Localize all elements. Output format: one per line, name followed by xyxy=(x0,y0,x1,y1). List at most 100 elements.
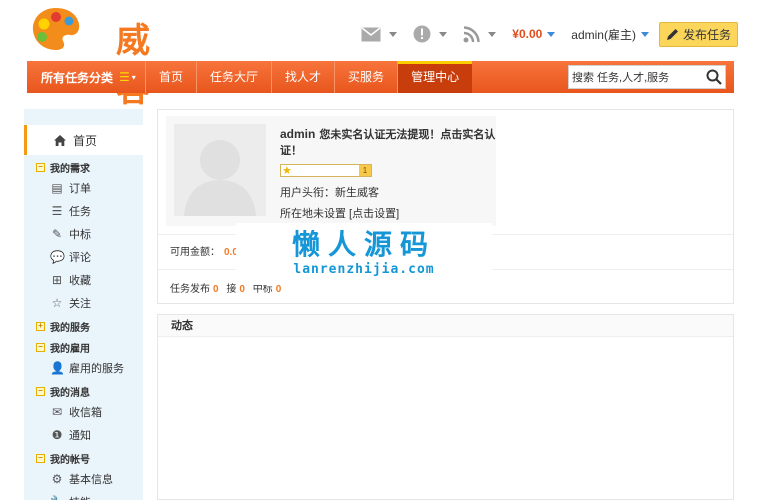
header: 威客 ¥0.00 admin(雇主) 发布任务 xyxy=(0,0,760,60)
star-icon: ★ xyxy=(282,164,292,177)
sidebar-group-my-account[interactable]: −我的帐号 xyxy=(24,449,143,467)
group-label: 我的帐号 xyxy=(50,451,90,466)
sidebar-item-label: 中标 xyxy=(69,226,91,242)
wrench-icon: 🔧 xyxy=(50,495,64,500)
sidebar-item-notifications[interactable]: ❶ 通知 xyxy=(24,423,143,446)
default-avatar-icon xyxy=(174,124,266,216)
stat-value[interactable]: 0 xyxy=(239,284,245,295)
nav-item-home[interactable]: 首页 xyxy=(145,61,196,93)
sidebar-item-inbox[interactable]: ✉ 收信箱 xyxy=(24,400,143,423)
search-box xyxy=(568,65,726,89)
balance-menu[interactable]: ¥0.00 xyxy=(512,27,555,41)
stat-label: 任务发布 xyxy=(170,284,210,295)
username-label: admin(雇主) xyxy=(571,26,636,43)
group-label: 我的服务 xyxy=(50,319,90,334)
list-icon: ☰ xyxy=(50,204,64,218)
watermark: 懒人源码 lanrenzhijia.com xyxy=(236,223,492,285)
sidebar-item-skills[interactable]: 🔧技能 xyxy=(24,490,143,500)
activity-header: 动态 xyxy=(158,315,733,337)
sidebar-group-my-hire[interactable]: −我的雇用 xyxy=(24,338,143,356)
info-icon: ❶ xyxy=(50,428,64,442)
all-categories-button[interactable]: 所有任务分类 ☰ ▾ xyxy=(27,61,145,93)
watermark-title: 懒人源码 xyxy=(236,228,492,262)
user-icon: 👤 xyxy=(50,361,64,375)
location-setting-link[interactable]: 所在地未设置 [点击设置] xyxy=(280,205,496,221)
sidebar-group-my-needs[interactable]: −我的需求 xyxy=(24,158,143,176)
sidebar-item-bids[interactable]: ✎中标 xyxy=(24,222,143,245)
sidebar: 首页 −我的需求 ▤ 订单 ☰ 任务 ✎中标 💬 评论 ⊞ 收藏 ☆ 关注 + 我的服务 −… xyxy=(24,109,143,500)
comment-icon: 💬 xyxy=(50,250,64,264)
sidebar-item-following[interactable]: ☆ 关注 xyxy=(24,291,143,314)
sidebar-item-orders[interactable]: ▤ 订单 xyxy=(24,176,143,199)
alert-menu[interactable] xyxy=(413,25,447,43)
search-input[interactable] xyxy=(569,66,699,88)
sidebar-item-label: 收信箱 xyxy=(69,404,102,420)
mail-menu[interactable] xyxy=(361,27,397,42)
user-title: 用户头衔：新生威客 xyxy=(280,184,496,200)
sidebar-item-label: 通知 xyxy=(69,427,91,443)
star-icon: ☆ xyxy=(50,296,64,310)
sidebar-item-favorites[interactable]: ⊞ 收藏 xyxy=(24,268,143,291)
list-icon: ☰ xyxy=(119,70,130,84)
profile-summary: admin您未实名认证无法提现！点击实名认证！ ★ 1 用户头衔：新生威客 所在… xyxy=(166,116,496,226)
nav-item-buy-service[interactable]: 买服务 xyxy=(334,61,397,93)
chevron-down-icon xyxy=(547,32,555,37)
level-badge: 1 xyxy=(359,165,371,176)
stat-value[interactable]: 0 xyxy=(276,284,282,295)
order-icon: ▤ xyxy=(50,181,64,195)
site-logo[interactable]: 威客 xyxy=(30,6,180,54)
credit-rating-bar: ★ 1 xyxy=(280,164,372,177)
sidebar-item-tasks[interactable]: ☰ 任务 xyxy=(24,199,143,222)
sidebar-item-home[interactable]: 首页 xyxy=(24,125,143,155)
user-menu[interactable]: admin(雇主) xyxy=(571,26,649,43)
sidebar-item-hired-services[interactable]: 👤 雇用的服务 xyxy=(24,356,143,379)
main-nav: 所有任务分类 ☰ ▾ 首页 任务大厅 找人才 买服务 管理中心 xyxy=(27,61,734,93)
sidebar-group-my-messages[interactable]: −我的消息 xyxy=(24,382,143,400)
balance-amount: ¥0.00 xyxy=(512,27,542,41)
chevron-down-icon: ▾ xyxy=(132,73,136,82)
sidebar-item-label: 收藏 xyxy=(69,272,91,288)
categories-label: 所有任务分类 xyxy=(41,69,113,86)
collapse-icon: − xyxy=(36,387,45,396)
nav-item-find-talent[interactable]: 找人才 xyxy=(271,61,334,93)
chevron-down-icon xyxy=(488,32,496,37)
stat-label: 中标 xyxy=(253,284,273,295)
chevron-down-icon xyxy=(641,32,649,37)
home-icon xyxy=(53,134,67,147)
add-box-icon: ⊞ xyxy=(50,273,64,287)
profile-info: admin您未实名认证无法提现！点击实名认证！ ★ 1 用户头衔：新生威客 所在… xyxy=(280,126,496,221)
rss-icon xyxy=(463,26,480,43)
sidebar-group-my-services[interactable]: + 我的服务 xyxy=(24,317,143,335)
search-icon[interactable] xyxy=(706,69,722,85)
watermark-url: lanrenzhijia.com xyxy=(236,262,492,277)
sidebar-item-label: 关注 xyxy=(69,295,91,311)
mail-icon xyxy=(361,27,381,42)
sidebar-item-label: 订单 xyxy=(69,180,91,196)
collapse-icon: − xyxy=(36,454,45,463)
publish-label: 发布任务 xyxy=(683,26,731,43)
collapse-icon: − xyxy=(36,343,45,352)
sidebar-item-label: 任务 xyxy=(69,203,91,219)
nav-item-task-hall[interactable]: 任务大厅 xyxy=(196,61,271,93)
stat-label: 接 xyxy=(226,284,236,295)
sidebar-item-label: 雇用的服务 xyxy=(69,360,124,376)
sidebar-item-label: 基本信息 xyxy=(69,471,113,487)
top-toolbar: ¥0.00 admin(雇主) 发布任务 xyxy=(361,22,738,46)
sidebar-home-label: 首页 xyxy=(73,132,97,149)
sidebar-item-comments[interactable]: 💬 评论 xyxy=(24,245,143,268)
sidebar-item-basic-info[interactable]: ⚙基本信息 xyxy=(24,467,143,490)
avatar[interactable] xyxy=(174,124,266,216)
sidebar-item-label: 评论 xyxy=(69,249,91,265)
chevron-down-icon xyxy=(439,32,447,37)
pencil-icon xyxy=(666,28,680,41)
publish-task-button[interactable]: 发布任务 xyxy=(659,22,738,47)
mail-icon: ✉ xyxy=(50,405,64,419)
nav-item-admin-center[interactable]: 管理中心 xyxy=(397,61,472,93)
stat-value[interactable]: 0 xyxy=(213,284,219,295)
palette-logo-icon xyxy=(30,6,82,52)
group-label: 我的消息 xyxy=(50,384,90,399)
expand-icon: + xyxy=(36,322,45,331)
rss-menu[interactable] xyxy=(463,26,496,43)
group-label: 我的雇用 xyxy=(50,340,90,355)
activity-panel: 动态 xyxy=(157,314,734,500)
